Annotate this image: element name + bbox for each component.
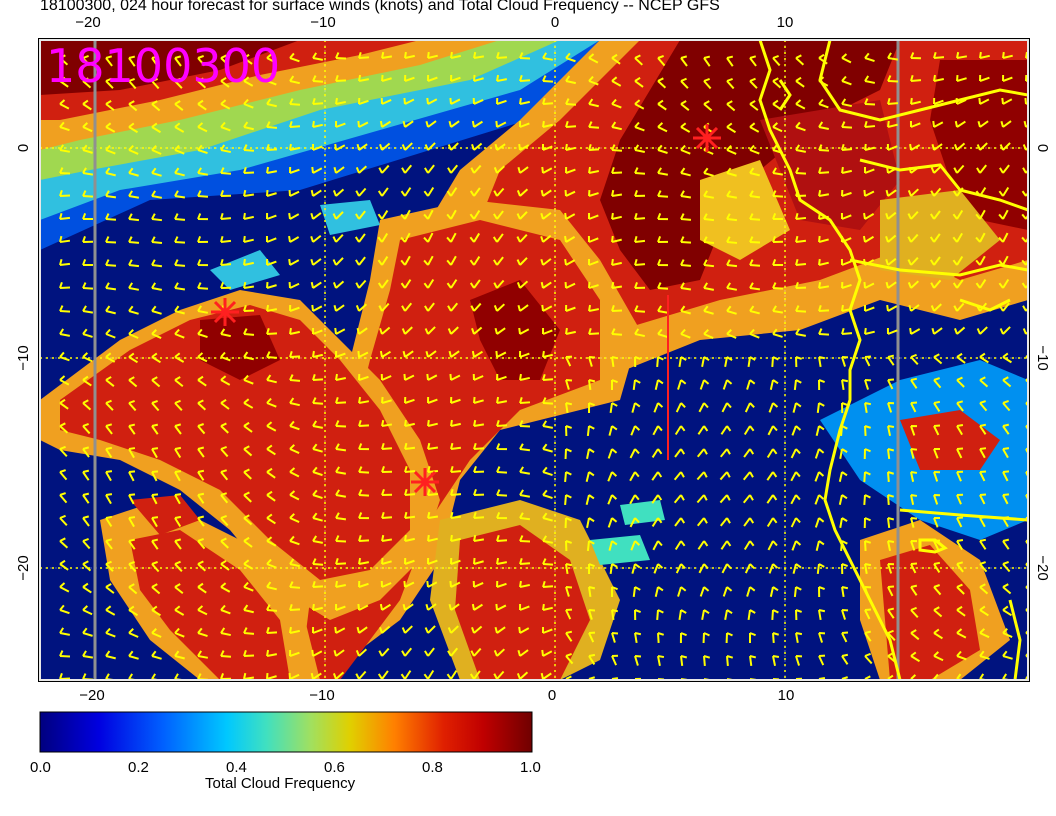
x-tick-bottom: 10	[778, 687, 795, 704]
colorbar-tick: 0.8	[422, 759, 443, 776]
x-ticks-bottom: −20 −10 0 10	[79, 687, 794, 704]
colorbar	[39, 711, 533, 753]
x-tick-top: −20	[75, 14, 100, 31]
y-tick-right: −20	[1034, 555, 1051, 580]
y-tick-left: 0	[15, 144, 32, 152]
colorbar-tick: 0.0	[30, 759, 51, 776]
y-tick-left: −10	[15, 345, 32, 370]
y-tick-right: −10	[1034, 345, 1051, 370]
colorbar-label: Total Cloud Frequency	[205, 775, 356, 792]
colorbar-tick: 1.0	[520, 759, 541, 776]
marker-northeast	[693, 124, 721, 152]
marker-center	[411, 468, 439, 496]
date-stamp: 18100300	[46, 39, 280, 93]
x-ticks-top: −20 −10 0 10	[75, 14, 793, 31]
x-tick-bottom: −20	[79, 687, 104, 704]
y-tick-left: −20	[15, 555, 32, 580]
colorbar-tick: 0.6	[324, 759, 345, 776]
y-tick-right: 0	[1034, 144, 1051, 152]
y-ticks-left: 0 −10 −20	[15, 144, 32, 581]
x-tick-top: 10	[777, 14, 794, 31]
colorbar-tick: 0.4	[226, 759, 247, 776]
y-ticks-right: 0 −10 −20	[1034, 144, 1051, 581]
x-tick-bottom: −10	[309, 687, 334, 704]
colorbar-tick: 0.2	[128, 759, 149, 776]
x-tick-top: −10	[310, 14, 335, 31]
forecast-map: 18100300 −20 −10 0 10 −20 −10 0 10 0 −10…	[15, 14, 1051, 753]
x-tick-top: 0	[551, 14, 559, 31]
cloud-field: 18100300	[40, 39, 1028, 680]
marker-west	[211, 298, 239, 326]
x-tick-bottom: 0	[548, 687, 556, 704]
